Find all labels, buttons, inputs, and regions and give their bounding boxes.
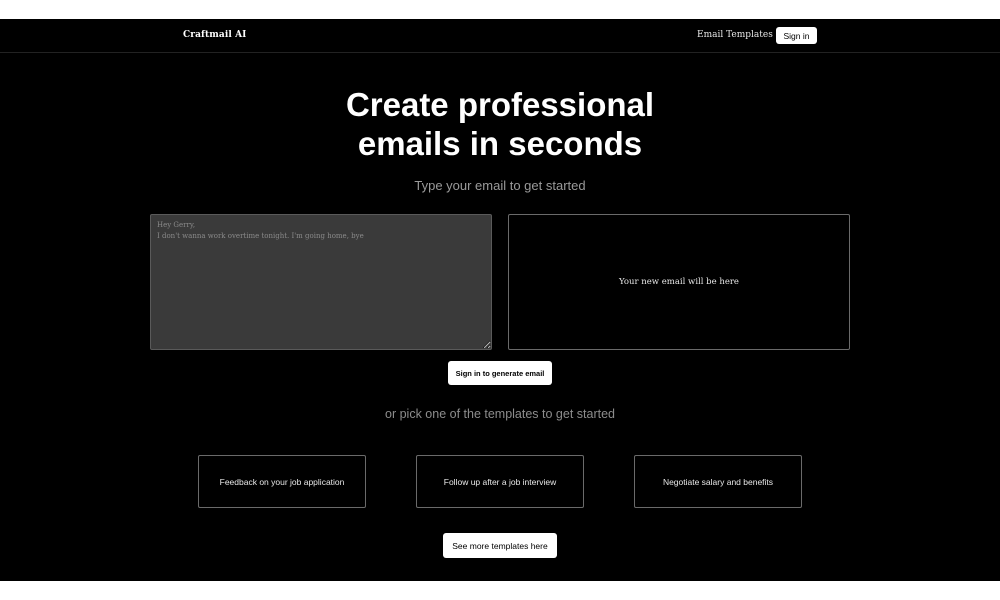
see-more-templates-button[interactable]: See more templates here bbox=[443, 533, 557, 558]
template-card-label: Follow up after a job interview bbox=[443, 476, 557, 487]
hero-subtitle: Type your email to get started bbox=[414, 178, 586, 193]
app-root: Craftmail AI Email Templates Sign in Cre… bbox=[0, 19, 1000, 581]
templates-heading: or pick one of the templates to get star… bbox=[385, 407, 615, 421]
hero-title-line-1: Create professional bbox=[345, 86, 655, 123]
template-card-negotiate[interactable]: Negotiate salary and benefits bbox=[634, 455, 802, 508]
template-card-feedback[interactable]: Feedback on your job application bbox=[198, 455, 366, 508]
generated-email-output: Your new email will be here bbox=[508, 214, 850, 350]
template-card-label: Negotiate salary and benefits bbox=[662, 476, 774, 487]
sign-in-button[interactable]: Sign in bbox=[776, 27, 817, 44]
template-card-label: Feedback on your job application bbox=[219, 476, 345, 487]
hero-title-line-2: emails in seconds bbox=[357, 125, 643, 162]
generate-email-button[interactable]: Sign in to generate email bbox=[448, 361, 552, 385]
hero-title: Create professional emails in seconds bbox=[0, 85, 1000, 163]
email-input-textarea[interactable] bbox=[150, 214, 492, 350]
brand-logo-text[interactable]: Craftmail AI bbox=[183, 30, 246, 40]
template-card-follow-up[interactable]: Follow up after a job interview bbox=[416, 455, 584, 508]
top-nav: Craftmail AI Email Templates Sign in bbox=[0, 19, 1000, 53]
output-placeholder-text: Your new email will be here bbox=[619, 277, 739, 287]
email-templates-link[interactable]: Email Templates bbox=[697, 30, 773, 40]
